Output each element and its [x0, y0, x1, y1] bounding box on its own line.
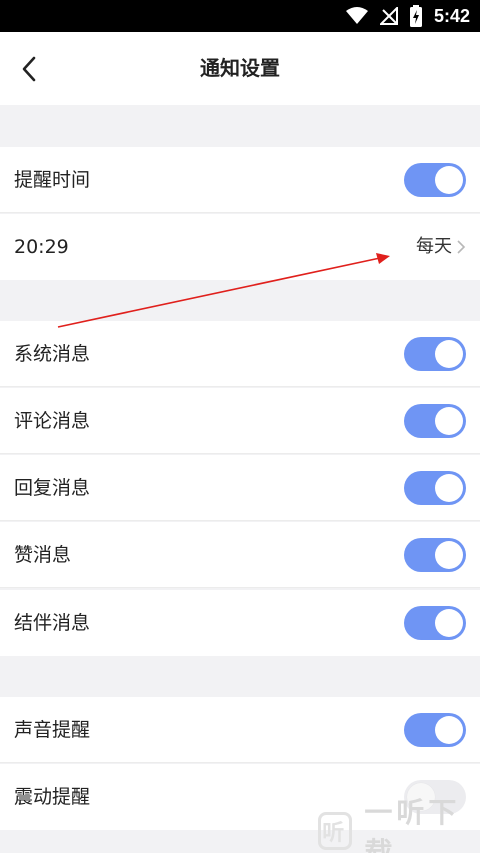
status-bar: 5:42 — [0, 0, 480, 32]
chevron-right-icon — [457, 240, 466, 254]
reminder-repeat-value: 每天 — [416, 236, 452, 257]
message-label: 系统消息 — [14, 343, 91, 365]
reminder-time-value: 20:29 — [14, 236, 69, 258]
toggle-knob — [435, 474, 463, 502]
like-message-toggle[interactable] — [404, 538, 466, 572]
message-label: 结伴消息 — [14, 612, 91, 634]
comment-message-toggle[interactable] — [404, 404, 466, 438]
reminder-time-label: 提醒时间 — [14, 169, 91, 191]
toggle-knob — [435, 541, 463, 569]
toggle-knob — [435, 407, 463, 435]
toggle-knob — [435, 716, 463, 744]
message-label: 回复消息 — [14, 477, 91, 499]
message-row: 回复消息 — [0, 455, 480, 521]
alert-row: 声音提醒 — [0, 697, 480, 763]
message-row: 评论消息 — [0, 388, 480, 454]
watermark-text: 一听下载 — [364, 795, 461, 853]
watermark-logo: 听 — [318, 811, 353, 850]
message-row: 系统消息 — [0, 321, 480, 387]
sound-alert-toggle[interactable] — [404, 713, 466, 747]
battery-charging-icon — [409, 5, 422, 27]
message-label: 赞消息 — [14, 544, 72, 566]
system-message-toggle[interactable] — [404, 337, 466, 371]
reply-message-toggle[interactable] — [404, 471, 466, 505]
reminder-schedule-row[interactable]: 20:29 每天 — [0, 214, 480, 280]
toggle-knob — [435, 166, 463, 194]
wifi-icon — [345, 7, 368, 24]
no-signal-icon — [379, 7, 398, 25]
message-row: 赞消息 — [0, 522, 480, 588]
status-time: 5:42 — [433, 5, 470, 26]
message-label: 评论消息 — [14, 410, 91, 432]
page-title: 通知设置 — [200, 56, 280, 80]
nav-bar: 通知设置 — [0, 32, 480, 105]
companion-message-toggle[interactable] — [404, 606, 466, 640]
reminder-time-row: 提醒时间 — [0, 147, 480, 213]
toggle-knob — [435, 609, 463, 637]
reminder-time-toggle[interactable] — [404, 163, 466, 197]
alert-label: 震动提醒 — [14, 786, 91, 808]
message-row: 结伴消息 — [0, 590, 480, 656]
watermark: 听 一听下载 — [318, 796, 478, 853]
alert-label: 声音提醒 — [14, 719, 91, 741]
toggle-knob — [435, 340, 463, 368]
